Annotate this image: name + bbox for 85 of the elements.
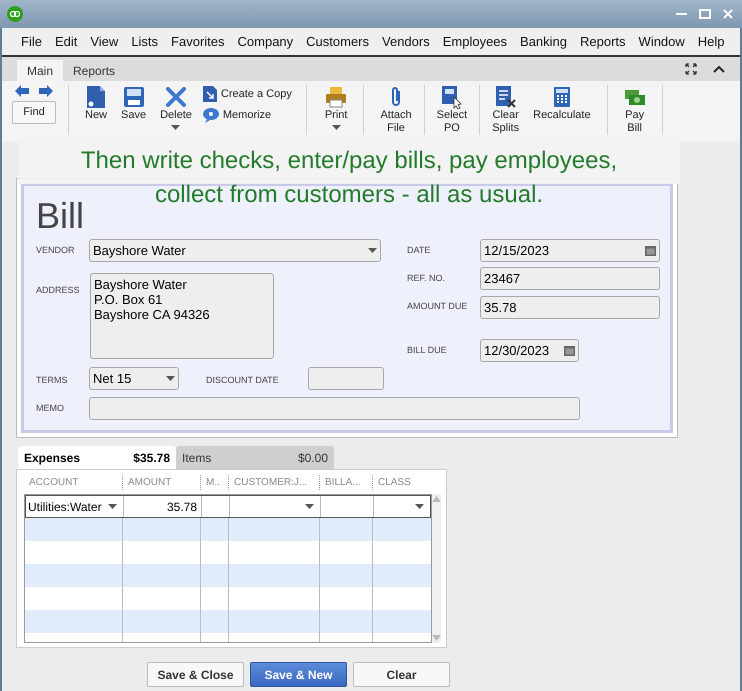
dropdown-caret-icon [166,376,175,381]
field-label: VENDOR [36,244,75,257]
forward-arrow-icon[interactable] [39,85,53,97]
toolbar-button[interactable]: New [81,85,112,122]
input-field[interactable]: 35.78 [480,296,660,319]
table-cell: 35.78 [124,496,202,517]
menu-item[interactable]: Employees [442,32,508,52]
dropdown-caret-icon [305,504,314,509]
toolbar-button[interactable]: Memorize [202,107,292,124]
menu-item[interactable]: Edit [54,32,78,52]
calculator-icon [552,85,571,109]
menu-item[interactable]: Window [638,32,685,52]
input-field[interactable]: 23467 [480,267,660,290]
account-dropdown[interactable]: Utilities:Water [26,496,124,517]
ribbon-tab[interactable]: Reports [63,60,126,81]
toolbar-button[interactable]: Save [117,85,150,122]
scroll-up-icon[interactable] [432,496,441,502]
column-header: AMOUNT [122,474,200,490]
menu-item[interactable]: Reports [580,32,626,52]
toolbar-button[interactable]: Attach File [376,85,416,135]
menu-item[interactable]: Favorites [171,32,225,52]
copy-icon [202,85,218,103]
dropdown-caret-icon [171,125,180,130]
dropdown-caret-icon [108,504,117,509]
toolbar-button[interactable]: Recalculate [529,85,595,122]
detail-tab[interactable]: Items $0.00 [176,446,334,469]
delete-x-icon [164,85,187,109]
column-header: CLASS [372,474,428,490]
clear-document-icon [494,85,517,109]
minimize-icon[interactable] [676,12,687,16]
app-logo-icon [7,6,23,22]
terms-dropdown[interactable]: Net 15 [89,367,179,390]
printer-icon [325,85,348,109]
column-header: CUSTOMER:J... [228,474,319,490]
menu-item[interactable]: View [90,32,118,52]
toolbar-button[interactable]: Create a Copy [202,85,292,103]
column-header: ACCOUNT [28,476,80,490]
menu-item[interactable]: File [21,32,42,52]
action-button[interactable]: Clear [353,662,450,687]
vendor-dropdown[interactable]: Bayshore Water [89,239,381,262]
date-field[interactable]: 12/15/2023 [480,239,660,262]
field-label: DATE [407,244,430,257]
field-label: AMOUNT DUE [407,300,468,313]
expand-icon[interactable] [685,63,697,75]
menu-item[interactable]: Help [698,32,725,52]
field-label: MEMO [36,402,64,415]
toolbar-button[interactable]: Pay Bill [620,85,650,135]
scrollbar[interactable] [432,494,441,643]
toolbar-button[interactable]: Print [320,85,352,130]
menu-item[interactable]: Lists [131,32,158,52]
save-icon [122,85,145,109]
menu-item[interactable]: Company [238,32,294,52]
dropdown-caret-icon [332,125,341,130]
ribbon-tab[interactable]: Main [17,60,64,81]
action-button[interactable]: Save & New [250,662,347,687]
action-button[interactable]: Save & Close [147,662,244,687]
detail-tab[interactable]: Expenses $35.78 [18,446,176,469]
maximize-icon[interactable] [699,9,711,19]
document-cursor-icon [440,85,463,109]
collapse-icon[interactable] [713,65,725,73]
close-icon[interactable] [723,9,733,19]
column-header: M.. [200,474,228,490]
date-field[interactable]: 12/30/2023 [480,339,579,362]
find-button[interactable]: Find [12,101,56,124]
toolbar-button[interactable]: Select PO [432,85,472,135]
menu-item[interactable]: Customers [306,32,370,52]
scroll-down-icon[interactable] [432,635,441,641]
column-header: BILLA... [319,474,372,490]
input-field[interactable] [89,397,580,420]
address-field[interactable]: Bayshore Water P.O. Box 61 Bayshore CA 94326 [90,273,274,359]
back-arrow-icon[interactable] [15,85,29,97]
menu-item[interactable]: Banking [520,32,568,52]
field-label: DISCOUNT DATE [206,374,279,387]
input-field[interactable] [308,367,384,390]
toolbar-button[interactable]: Delete [156,85,196,130]
menu-item[interactable]: Vendors [382,32,430,52]
field-label: ADDRESS [36,284,80,297]
field-label: BILL DUE [407,344,447,357]
field-label: TERMS [36,374,68,387]
field-label: REF. NO. [407,272,446,285]
table-row[interactable]: Utilities:Water 35.78 [25,495,431,518]
toolbar-button[interactable]: Clear Splits [488,85,524,135]
memorize-icon [202,107,220,124]
dropdown-caret-icon [415,504,424,509]
dropdown-caret-icon [368,248,377,253]
